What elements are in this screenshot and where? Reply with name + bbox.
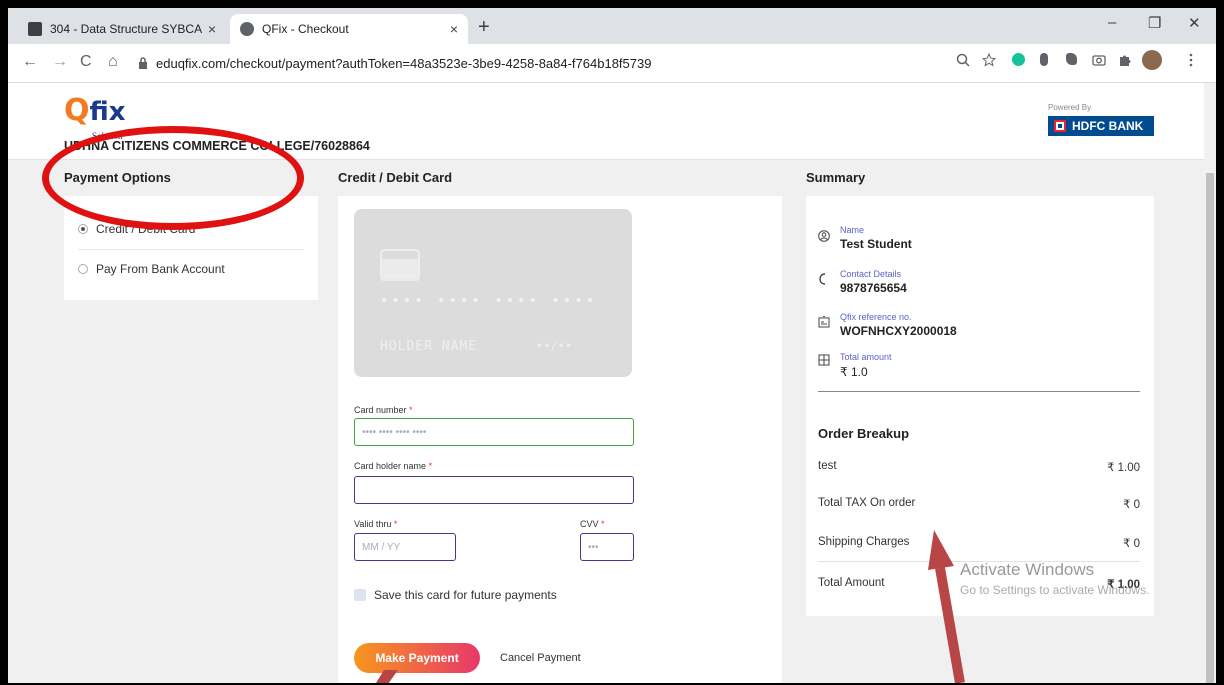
annotation-arrows xyxy=(360,530,965,683)
browser-window: 304 - Data Structure SYBCA × QFix - Chec… xyxy=(8,8,1216,683)
arrow-to-summary xyxy=(928,530,965,683)
arrow-to-make-payment xyxy=(360,670,398,683)
windows-watermark-subtitle: Go to Settings to activate Windows. xyxy=(960,583,1150,597)
windows-watermark-title: Activate Windows xyxy=(960,560,1095,579)
